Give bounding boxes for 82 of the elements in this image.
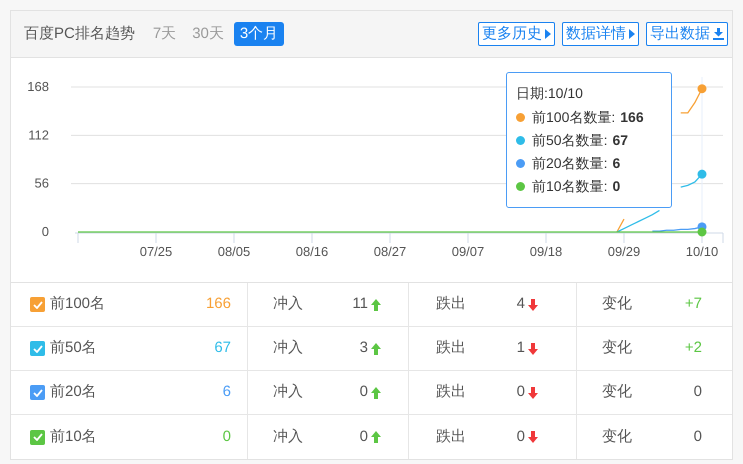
check-icon [32,388,42,396]
cell-value: 3 [360,338,368,358]
action-button[interactable]: 更多历史 [478,22,555,46]
cell-label: 跌出 [436,426,467,447]
data-point [698,228,706,236]
range-tab[interactable]: 30天 [186,22,230,46]
down-arrow-icon [528,342,538,354]
cell-value: 0 [360,426,368,447]
checkbox[interactable] [30,297,45,312]
change-value: 0 [694,382,702,402]
cell-label: 冲入 [273,338,304,358]
x-tick-label: 09/29 [608,244,640,259]
cell-value: 4 [516,294,525,314]
cell-label: 冲入 [273,382,304,402]
x-tick-label: 10/10 [686,244,718,259]
cell-label: 跌出 [436,382,467,402]
cell-value: 1 [516,338,525,358]
data-point [698,170,706,179]
cell-value: 0 [360,382,368,402]
cell-label: 跌出 [436,338,467,358]
caret-icon [545,29,551,39]
check-icon [32,433,42,441]
check-icon [32,344,42,352]
y-tick-label: 168 [27,79,49,94]
cell-value: 11 [352,294,368,314]
change-value: +2 [684,338,702,358]
cell-label: 冲入 [273,426,304,447]
count-value: 67 [214,338,231,358]
range-tab[interactable]: 3个月 [234,22,284,46]
caret-icon [629,29,635,39]
cell-value: 0 [516,426,525,447]
up-arrow-icon [371,386,381,398]
data-point [698,84,706,94]
tooltip-value: 6 [612,154,620,173]
action-button[interactable]: 数据详情 [562,22,639,46]
count-value: 6 [222,382,231,402]
count-value: 0 [222,426,231,447]
tooltip-date: 日期:10/10 [516,84,584,103]
checkbox[interactable] [30,430,45,444]
up-arrow-icon [371,298,381,310]
up-arrow-icon [371,431,381,443]
cell-label: 冲入 [273,294,304,314]
cell-value: 0 [516,382,525,402]
x-tick-label: 07/25 [140,244,172,259]
range-tab[interactable]: 7天 [146,22,182,46]
y-tick-label: 0 [42,224,49,239]
checkbox[interactable] [30,341,45,356]
row-label: 前50名 [50,338,98,358]
y-tick-label: 56 [34,176,49,191]
tooltip-value: 0 [612,177,620,196]
cell-label: 变化 [602,294,633,314]
panel-title: 百度PC排名趋势 [24,24,135,44]
x-tick-label: 09/18 [530,244,562,259]
cell-label: 变化 [602,382,633,402]
cell-label: 变化 [602,426,633,447]
action-button[interactable]: 导出数据 [646,22,728,46]
up-arrow-icon [371,342,381,354]
row-label: 前100名 [50,294,106,314]
tooltip-label: 前20名数量: [532,154,608,173]
tooltip-value: 166 [620,108,644,127]
x-tick-label: 08/16 [296,244,328,259]
down-arrow-icon [528,431,538,443]
checkbox[interactable] [30,385,45,400]
x-tick-label: 08/27 [374,244,406,259]
tooltip-label: 前100名数量: [532,108,616,127]
cell-label: 变化 [602,338,633,358]
x-tick-label: 09/07 [452,244,484,259]
down-arrow-icon [528,386,538,398]
tooltip-label: 前10名数量: [532,177,608,196]
count-value: 166 [206,294,231,314]
tooltip-label: 前50名数量: [532,131,608,150]
row-label: 前10名 [50,426,98,447]
row-label: 前20名 [50,382,98,402]
change-value: +7 [684,294,702,314]
tooltip-value: 67 [612,131,628,150]
y-tick-label: 112 [28,127,49,142]
check-icon [32,300,42,308]
down-arrow-icon [528,298,538,310]
x-tick-label: 08/05 [218,244,250,259]
cell-label: 跌出 [436,294,467,314]
change-value: 0 [694,426,702,447]
download-icon [713,28,724,40]
